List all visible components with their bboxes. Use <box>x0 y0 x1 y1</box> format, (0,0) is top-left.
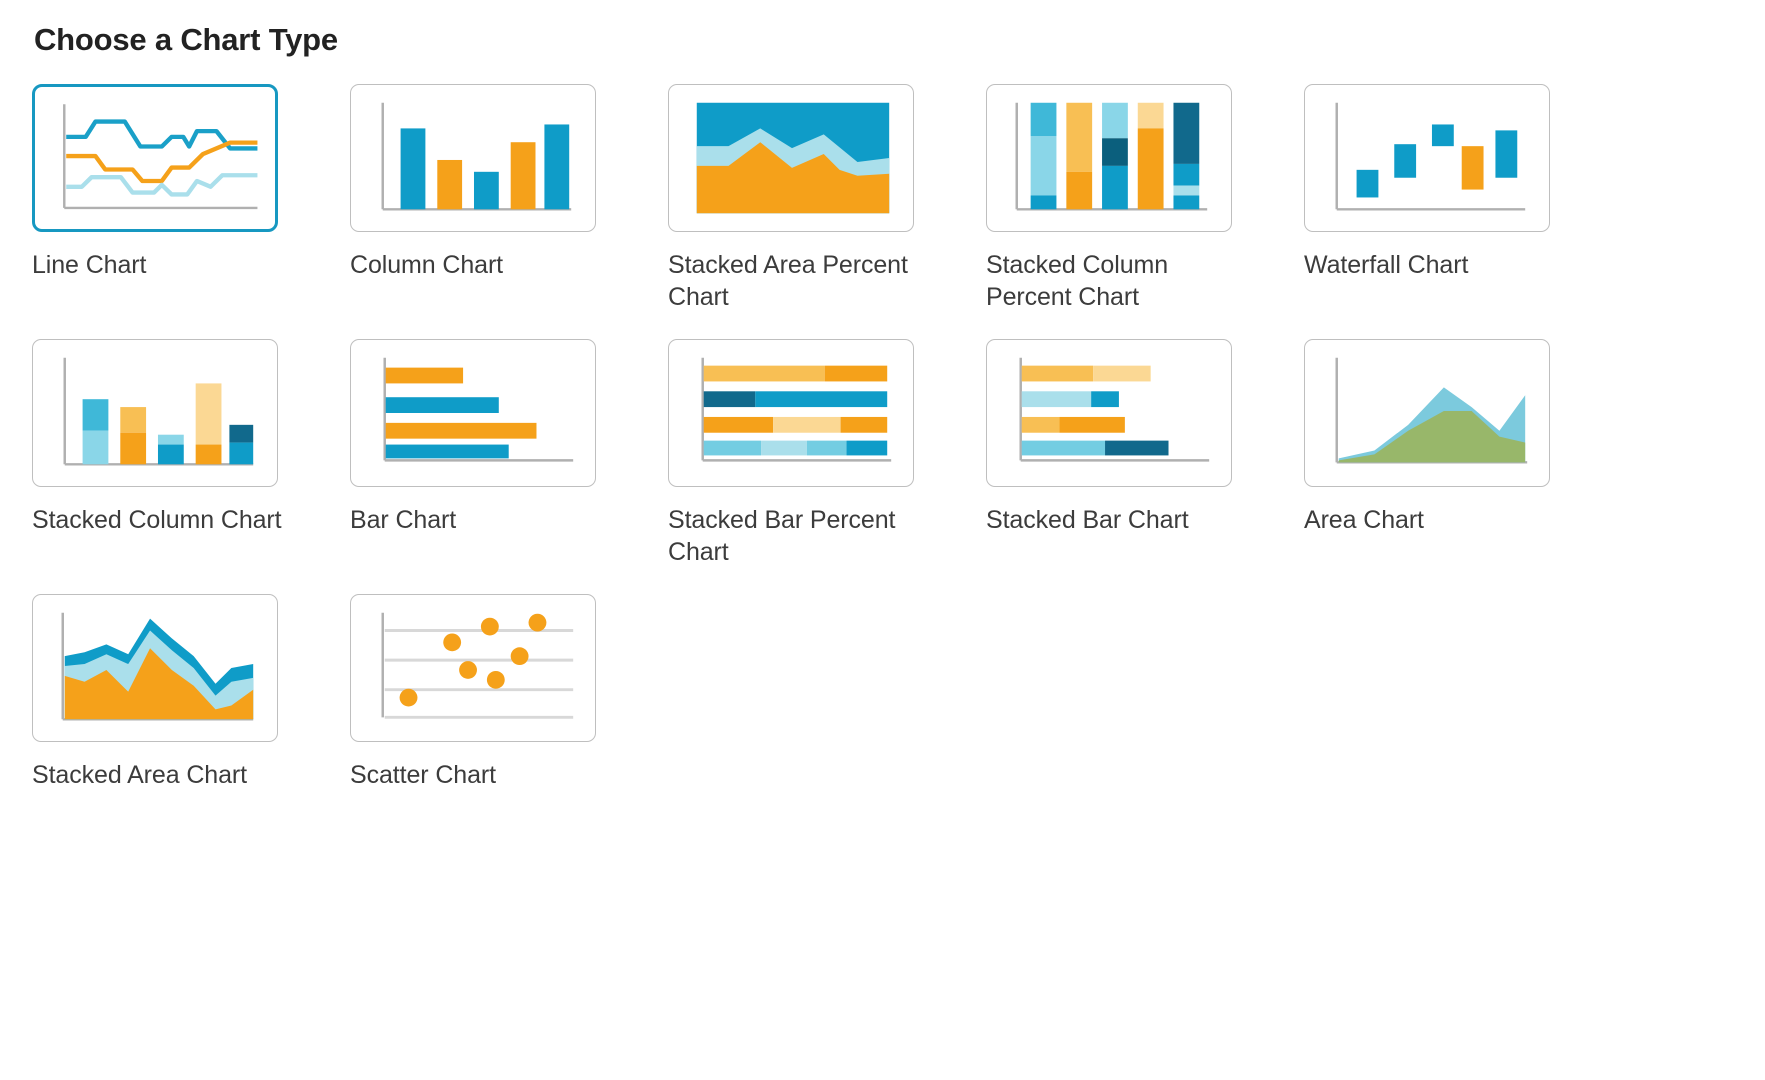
stacked-bar-chart-preview <box>1019 357 1210 462</box>
chart-card-label: Scatter Chart <box>350 761 496 789</box>
waterfall-chart-preview <box>1335 102 1526 211</box>
chart-card-stacked-column-chart[interactable]: Stacked Column Chart <box>32 339 322 568</box>
chart-card-stacked-bar-percent-chart[interactable]: Stacked Bar Percent Chart <box>668 339 958 568</box>
thumbnail-area-chart[interactable] <box>1304 339 1550 487</box>
chart-card-label: Stacked Area Percent Chart <box>668 251 908 311</box>
chart-card-bar-chart[interactable]: Bar Chart <box>350 339 640 568</box>
chart-card-stacked-column-percent-chart[interactable]: Stacked Column Percent Chart <box>986 84 1276 313</box>
chart-card-label: Stacked Column Percent Chart <box>986 251 1169 311</box>
stacked-area-chart-preview <box>61 612 254 721</box>
chart-card-label: Stacked Bar Chart <box>986 506 1189 534</box>
stacked-column-chart-preview <box>63 357 254 466</box>
thumbnail-stacked-bar-chart[interactable] <box>986 339 1232 487</box>
thumbnail-column-chart[interactable] <box>350 84 596 232</box>
thumbnail-bar-chart[interactable] <box>350 339 596 487</box>
chart-card-label: Stacked Column Chart <box>32 506 282 534</box>
chart-type-grid: Line Chart Column Chart Stacked Area Per… <box>32 84 1735 791</box>
chart-card-label: Area Chart <box>1304 506 1424 534</box>
chart-card-column-chart[interactable]: Column Chart <box>350 84 640 313</box>
chart-card-area-chart[interactable]: Area Chart <box>1304 339 1594 568</box>
chart-card-stacked-area-chart[interactable]: Stacked Area Chart <box>32 594 322 791</box>
area-chart-preview <box>1335 357 1528 464</box>
chart-card-stacked-bar-chart[interactable]: Stacked Bar Chart <box>986 339 1276 568</box>
chart-card-label: Stacked Bar Percent Chart <box>668 506 896 566</box>
chart-type-picker-page: Choose a Chart Type Line Chart Column Ch… <box>0 0 1765 791</box>
column-chart-preview <box>381 102 572 211</box>
scatter-chart-preview <box>381 612 574 719</box>
chart-card-stacked-area-percent-chart[interactable]: Stacked Area Percent Chart <box>668 84 958 313</box>
chart-card-line-chart[interactable]: Line Chart <box>32 84 322 313</box>
chart-card-label: Waterfall Chart <box>1304 251 1469 279</box>
stacked-bar-percent-chart-preview <box>701 357 892 462</box>
thumbnail-scatter-chart[interactable] <box>350 594 596 742</box>
thumbnail-line-chart[interactable] <box>32 84 278 232</box>
thumbnail-waterfall-chart[interactable] <box>1304 84 1550 232</box>
thumbnail-stacked-column-percent-chart[interactable] <box>986 84 1232 232</box>
chart-card-label: Column Chart <box>350 251 504 279</box>
bar-chart-preview <box>383 357 574 462</box>
chart-card-label: Stacked Area Chart <box>32 761 247 789</box>
chart-card-label: Line Chart <box>32 251 147 279</box>
stacked-column-percent-chart-preview <box>1015 102 1208 211</box>
thumbnail-stacked-area-chart[interactable] <box>32 594 278 742</box>
page-title: Choose a Chart Type <box>34 22 338 57</box>
thumbnail-stacked-bar-percent-chart[interactable] <box>668 339 914 487</box>
thumbnail-stacked-column-chart[interactable] <box>32 339 278 487</box>
line-chart-preview <box>63 104 258 210</box>
chart-card-waterfall-chart[interactable]: Waterfall Chart <box>1304 84 1594 313</box>
stacked-area-percent-chart-preview <box>696 102 890 214</box>
chart-card-label: Bar Chart <box>350 506 457 534</box>
chart-card-scatter-chart[interactable]: Scatter Chart <box>350 594 640 791</box>
thumbnail-stacked-area-percent-chart[interactable] <box>668 84 914 232</box>
